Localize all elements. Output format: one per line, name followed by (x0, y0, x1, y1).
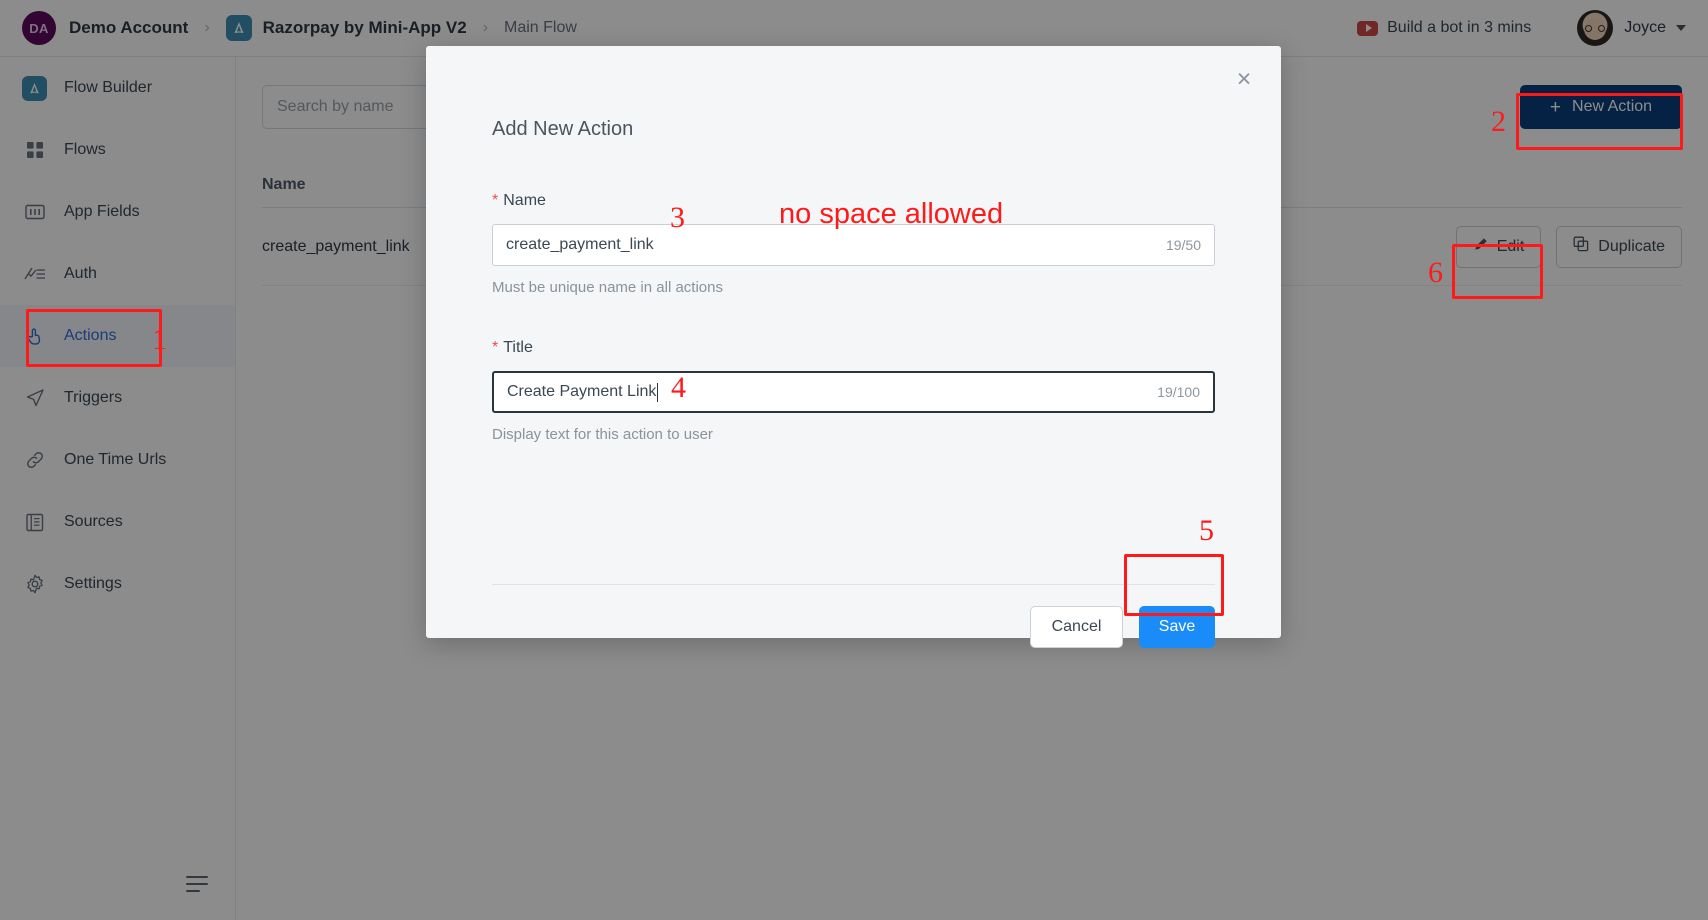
cancel-button[interactable]: Cancel (1030, 606, 1123, 648)
close-icon[interactable]: × (1229, 64, 1259, 94)
title-input-value: Create Payment Link (507, 383, 657, 400)
annotation-number-5: 5 (1199, 514, 1214, 547)
name-field-help: Must be unique name in all actions (492, 279, 723, 296)
annotation-number-2: 2 (1491, 105, 1506, 138)
annotation-number-1: 1 (152, 323, 167, 356)
required-marker: * (492, 192, 499, 209)
add-new-action-dialog: × Add New Action * Name create_payment_li… (426, 46, 1281, 648)
annotation-number-3: 3 (670, 201, 685, 234)
name-char-counter: 19/50 (1165, 237, 1201, 253)
text-caret (657, 382, 659, 402)
name-input-value: create_payment_link (506, 236, 654, 253)
annotation-note: no space allowed (779, 198, 1004, 230)
dialog-title: Add New Action (492, 118, 634, 140)
required-marker: * (492, 339, 499, 356)
screen-root: DA Demo Account › Razorpay by Mini-App V… (0, 0, 1708, 920)
field-title: * Title Create Payment Link 19/100 Displa… (492, 339, 1215, 443)
save-button[interactable]: Save (1139, 606, 1215, 648)
name-label-text: Name (503, 192, 546, 209)
annotation-number-6: 6 (1428, 256, 1443, 289)
title-char-counter: 19/100 (1157, 384, 1200, 400)
dialog-divider (492, 584, 1215, 585)
dialog-footer: Cancel Save (1030, 606, 1215, 648)
title-input[interactable]: Create Payment Link 19/100 (492, 371, 1215, 413)
title-field-label: * Title (492, 339, 1215, 357)
title-field-help: Display text for this action to user (492, 426, 713, 443)
title-label-text: Title (503, 339, 533, 356)
annotation-number-4: 4 (671, 371, 686, 404)
name-input[interactable]: create_payment_link 19/50 (492, 224, 1215, 266)
